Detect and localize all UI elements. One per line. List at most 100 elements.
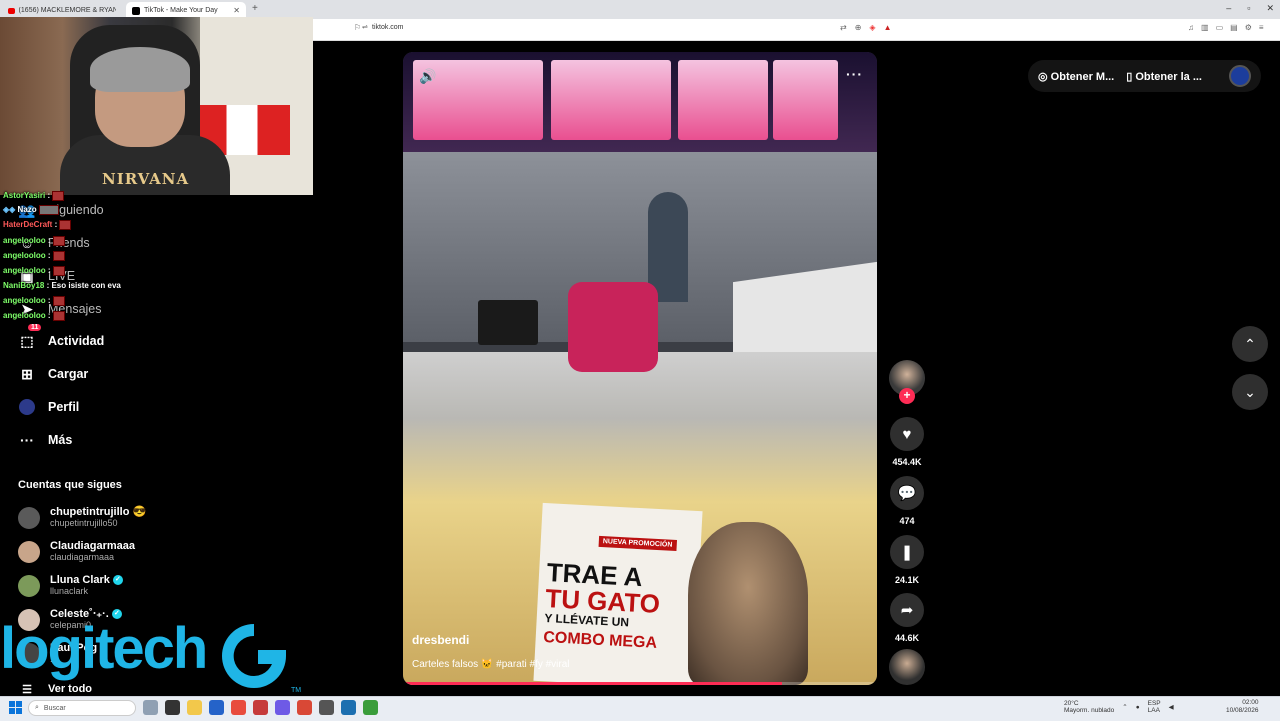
user-avatar[interactable] <box>1229 65 1251 87</box>
account-name: chupetintrujillo 😎 <box>50 506 147 518</box>
comment-icon[interactable]: 💬 <box>890 476 924 510</box>
emote-icon <box>52 266 65 276</box>
phone-icon: ▯ <box>1126 70 1133 83</box>
share-icon[interactable]: ➦ <box>890 593 924 627</box>
next-video-button[interactable]: ⌄ <box>1232 374 1268 410</box>
chevron-up-icon[interactable]: ⌃ <box>1122 703 1127 711</box>
get-app-button[interactable]: ▯ Obtener la ... <box>1126 70 1202 83</box>
avatar <box>18 574 40 597</box>
minimize-icon[interactable]: – <box>1226 3 1231 14</box>
following-account[interactable]: Lluna Clark ✓ llunaclark <box>18 574 123 597</box>
share-action[interactable]: ➦ 44.6K <box>889 593 925 643</box>
file-explorer-icon[interactable] <box>187 700 202 715</box>
close-window-icon[interactable]: ✕ <box>1266 3 1274 14</box>
save-action[interactable]: ❚ 24.1K <box>889 535 925 585</box>
shirt-text: NIRVANA <box>102 170 190 188</box>
inbox-icon: ⬚ 11 <box>18 324 42 350</box>
sign-text: TRAE A TU GATO Y LLÉVATE UN COMBO MEGA <box>543 557 662 657</box>
tab-title: TikTok - Make Your Day <box>144 7 218 14</box>
settings-icon[interactable]: ⚙ <box>1245 23 1252 32</box>
address-bar-actions: ⇄ ⊕ ◈ ▲ <box>840 23 891 32</box>
sidebar-item-label: Actividad <box>48 334 105 348</box>
comment-count: 474 <box>899 516 915 526</box>
chat-message: angelooloo : <box>3 236 65 246</box>
badge-icon: ◈◈ <box>3 205 16 215</box>
settings-icon[interactable] <box>319 700 334 715</box>
windows-start-icon[interactable] <box>9 701 22 714</box>
sidebar-icon[interactable]: ▥ <box>1201 23 1209 32</box>
widgets-icon[interactable] <box>143 700 158 715</box>
sidebar-item-more[interactable]: ··· Más <box>18 431 72 449</box>
steam-icon[interactable] <box>341 700 356 715</box>
top-action-bar: ◎ Obtener M... ▯ Obtener la ... <box>1028 60 1261 92</box>
weather-widget[interactable]: 20°C Mayorm. nublado <box>1064 700 1114 714</box>
sidebar-item-upload[interactable]: ⊞ Cargar <box>18 365 88 383</box>
cat <box>688 522 808 685</box>
like-action[interactable]: ♥ 454.4K <box>889 417 925 467</box>
app-icon[interactable] <box>297 700 312 715</box>
menu-board-scene <box>403 52 877 162</box>
follow-button[interactable]: + <box>899 388 915 404</box>
new-tab-button[interactable]: + <box>252 3 258 14</box>
avatar-icon <box>18 398 36 416</box>
sidebar-item-activity[interactable]: ⬚ 11 Actividad <box>18 324 105 350</box>
get-coins-button[interactable]: ◎ Obtener M... <box>1038 70 1114 83</box>
get-coins-label: Obtener M... <box>1050 70 1115 83</box>
chat-message: NaniBoy18 : Eso isiste con eva <box>3 281 121 290</box>
rewards-icon[interactable]: ▲ <box>884 23 892 32</box>
speaker-icon[interactable]: ◀ <box>1169 703 1174 711</box>
tab-title: (1656) MACKLEMORE & RYAN LEWI <box>18 7 116 14</box>
shield-icon[interactable]: ◈ <box>869 23 875 32</box>
menu-board <box>551 60 671 140</box>
zoom-icon[interactable]: ⊕ <box>855 23 862 32</box>
bookmark-icon[interactable]: ⚐ <box>354 23 361 32</box>
task-view-icon[interactable] <box>165 700 180 715</box>
lang-indicator[interactable]: ESP LAA <box>1148 700 1161 714</box>
chat-message: angelooloo : <box>3 266 65 276</box>
sidebar-item-label: Perfil <box>48 400 80 414</box>
more-options-icon[interactable]: ··· <box>846 66 863 82</box>
sound-avatar[interactable] <box>889 649 925 685</box>
plus-square-icon: ⊞ <box>21 365 33 382</box>
menu-icon[interactable]: ≡ <box>1259 23 1264 32</box>
vpn-icon[interactable]: ▤ <box>1230 23 1238 32</box>
wallet-icon[interactable]: ▭ <box>1216 23 1224 32</box>
emote-icon <box>52 296 65 306</box>
following-accounts-title: Cuentas que sigues <box>18 479 122 491</box>
search-placeholder: Buscar <box>43 704 66 712</box>
emote-icon <box>52 311 65 321</box>
webcam-overlay: NIRVANA <box>0 17 313 195</box>
app-icon[interactable] <box>275 700 290 715</box>
emote-icon <box>52 251 65 261</box>
sidebar-item-label: Más <box>48 433 73 447</box>
chat-message: AstorYasiri : <box>3 191 65 201</box>
previous-video-button[interactable]: ⌃ <box>1232 326 1268 362</box>
maximize-icon[interactable]: ▫ <box>1247 3 1250 14</box>
system-clock[interactable]: 02:00 10/08/2026 <box>1226 699 1259 715</box>
video-progress[interactable] <box>403 682 877 685</box>
minecraft-icon[interactable] <box>363 700 378 715</box>
store-icon[interactable] <box>209 700 224 715</box>
volume-icon[interactable]: 🔊 <box>419 68 436 85</box>
heart-icon[interactable]: ♥ <box>890 417 924 451</box>
following-account[interactable]: Claudiagarmaaa claudiagarmaaa <box>18 540 135 563</box>
media-icon[interactable]: ♫ <box>1188 23 1194 32</box>
like-count: 454.4K <box>892 457 922 467</box>
comment-action[interactable]: 💬 474 <box>889 476 925 526</box>
taskbar-search[interactable]: ⌕ Buscar <box>28 700 136 716</box>
video-player[interactable]: NUEVA PROMOCIÓN TRAE A TU GATO Y LLÉVATE… <box>403 52 877 685</box>
taskbar-apps <box>143 700 378 715</box>
close-tab-icon[interactable]: ✕ <box>233 6 240 15</box>
app-icon[interactable] <box>253 700 268 715</box>
site-info-icon[interactable]: ⇌ <box>362 23 368 31</box>
mic-icon[interactable]: ● <box>1136 704 1140 711</box>
more-icon: ··· <box>20 432 34 448</box>
video-author[interactable]: dresbendi <box>412 633 469 647</box>
bookmark-icon[interactable]: ❚ <box>890 535 924 569</box>
following-account[interactable]: chupetintrujillo 😎 chupetintrujillo50 <box>18 506 146 529</box>
sidebar-item-profile[interactable]: Perfil <box>18 398 79 416</box>
emote-icon <box>59 220 72 230</box>
app-icon[interactable] <box>231 700 246 715</box>
address-bar[interactable]: tiktok.com <box>372 24 404 31</box>
translate-icon[interactable]: ⇄ <box>840 23 847 32</box>
